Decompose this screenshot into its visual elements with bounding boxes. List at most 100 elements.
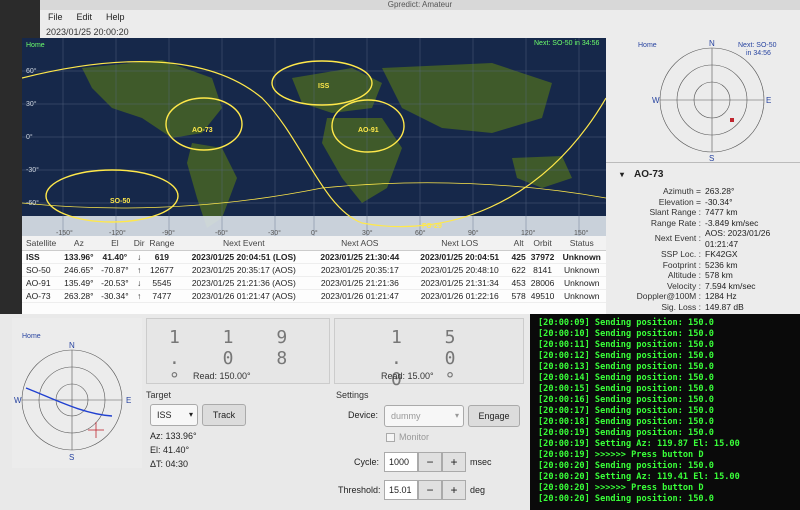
- target-delta-t: ΔT: 04:30: [150, 459, 189, 469]
- table-cell: ↓: [132, 276, 147, 290]
- monitor-checkbox[interactable]: [386, 433, 395, 442]
- sat-detail-name: AO-73: [634, 169, 664, 180]
- table-cell: -20.53°: [97, 276, 133, 290]
- detail-key: Range Rate :: [650, 217, 701, 228]
- detail-key: Velocity :: [666, 280, 701, 291]
- polar-view-bottom[interactable]: Home N S E W: [12, 318, 142, 468]
- column-header[interactable]: Next AOS: [309, 236, 410, 251]
- satellite-detail-panel: ▾ AO-73 Azimuth = 263.28° Elevation = -30.34…: [606, 162, 800, 333]
- table-cell: 2023/01/25 21:21:36 (AOS): [177, 276, 310, 290]
- menu-edit[interactable]: Edit: [77, 12, 93, 22]
- detail-row: Elevation = -30.34°: [606, 197, 800, 208]
- azimuth-dial[interactable]: 1 1 9 . 0 8 ° Read: 150.00°: [146, 318, 330, 390]
- elevation-dial[interactable]: 1 5 . 0 0 ° Read: 15.00°: [334, 318, 524, 390]
- column-header[interactable]: Next Event: [177, 236, 310, 251]
- table-cell: 49510: [527, 289, 558, 303]
- cycle-decrement-button[interactable]: −: [418, 452, 442, 472]
- detail-row: Next Event : AOS: 2023/01/26 01:21:47: [606, 228, 800, 249]
- detail-row: Azimuth = 263.28°: [606, 186, 800, 197]
- menu-file[interactable]: File: [48, 12, 63, 22]
- map-sat-label[interactable]: FO-29: [422, 223, 442, 230]
- cycle-input[interactable]: 1000: [384, 452, 418, 472]
- detail-key: Elevation =: [658, 196, 701, 207]
- table-row[interactable]: AO-91 135.49° -20.53° ↓ 5545 2023/01/25 21:21…: [22, 276, 606, 290]
- detail-key: Sig. Loss :: [661, 301, 701, 312]
- engage-button[interactable]: Engage: [468, 405, 520, 427]
- table-cell: Unknown: [557, 263, 606, 277]
- threshold-increment-button[interactable]: +: [442, 480, 466, 500]
- lat-tick: -30°: [26, 166, 39, 174]
- detail-value: AOS: 2023/01/26 01:21:47: [705, 228, 771, 249]
- table-cell: 2023/01/25 21:31:34: [409, 276, 510, 290]
- terminal-line: [20:00:20] Setting Az: 119.41 El: 15.00: [538, 472, 740, 482]
- table-cell: SO-50: [22, 263, 61, 277]
- detail-key: SSP Loc. :: [660, 249, 701, 259]
- detail-value: 7477 km: [705, 207, 738, 217]
- detail-key: Azimuth =: [662, 186, 701, 196]
- column-header[interactable]: El: [97, 236, 133, 251]
- terminal-line: [20:00:12] Sending position: 150.0: [538, 351, 714, 361]
- table-cell: 2023/01/26 01:21:47: [309, 289, 410, 303]
- map-sat-label[interactable]: ISS: [318, 83, 330, 90]
- column-header[interactable]: Satellite: [22, 236, 61, 251]
- polar-home-label: Home: [638, 42, 657, 49]
- table-cell: 2023/01/25 20:48:10: [409, 263, 510, 277]
- column-header[interactable]: Alt: [509, 236, 528, 251]
- lat-tick: 30°: [26, 100, 37, 108]
- threshold-input[interactable]: 15.01: [384, 480, 418, 500]
- column-header[interactable]: Range: [146, 236, 178, 251]
- terminal-line: [20:00:16] Sending position: 150.0: [538, 395, 714, 405]
- detail-key: Next Event :: [654, 233, 701, 244]
- sat-detail-table: Azimuth = 263.28° Elevation = -30.34° Slant …: [606, 186, 800, 333]
- table-cell: 5545: [146, 276, 178, 290]
- threshold-decrement-button[interactable]: −: [418, 480, 442, 500]
- threshold-unit: deg: [470, 485, 486, 495]
- table-cell: Unknown: [557, 276, 606, 290]
- table-row[interactable]: ISS 133.96° 41.40° ↓ 619 2023/01/25 20:04:51 …: [22, 250, 606, 264]
- polar-e: E: [766, 96, 771, 105]
- table-cell: 2023/01/25 20:35:17 (AOS): [177, 263, 310, 277]
- target-satellite-select[interactable]: ISS ▾: [150, 404, 198, 426]
- cycle-increment-button[interactable]: +: [442, 452, 466, 472]
- column-header[interactable]: Status: [557, 236, 606, 251]
- terminal-log[interactable]: [20:00:09] Sending position: 150.0 [20:00…: [530, 314, 800, 510]
- table-cell: ↑: [132, 263, 147, 277]
- table-row[interactable]: SO-50 246.65° -70.87° ↑ 12677 2023/01/25 20:3…: [22, 263, 606, 277]
- polar-bot-w: W: [14, 396, 22, 405]
- track-button[interactable]: Track: [202, 404, 246, 426]
- column-header[interactable]: Az: [60, 236, 98, 251]
- polar-w: W: [652, 96, 660, 105]
- table-cell: 2023/01/25 20:04:51: [409, 250, 510, 264]
- table-cell: 37972: [527, 250, 558, 264]
- table-cell: 8141: [527, 263, 558, 277]
- world-map[interactable]: AO-73 AO-91 SO-50 ISS FO-29 Home Next: S…: [22, 38, 606, 236]
- table-cell: ISS: [22, 250, 61, 264]
- detail-row: Velocity : 7.594 km/sec: [606, 281, 800, 292]
- collapse-icon[interactable]: ▾: [620, 170, 624, 179]
- polar-bot-n: N: [69, 341, 75, 350]
- menu-help[interactable]: Help: [106, 12, 125, 22]
- device-select[interactable]: dummy ▾: [384, 405, 464, 427]
- table-cell: 453: [509, 276, 528, 290]
- column-header[interactable]: Next LOS: [409, 236, 510, 251]
- table-cell: 425: [509, 250, 528, 264]
- column-header[interactable]: Orbit: [527, 236, 558, 251]
- detail-row: Doppler@100M : 1284 Hz: [606, 291, 800, 302]
- map-sat-label[interactable]: AO-73: [192, 127, 213, 134]
- terminal-line: [20:00:15] Sending position: 150.0: [538, 384, 714, 394]
- table-cell: 2023/01/26 01:21:47 (AOS): [177, 289, 310, 303]
- map-next-event: Next: SO-50 in 34:56: [534, 40, 599, 47]
- column-header[interactable]: Dir: [132, 236, 147, 251]
- map-sat-label[interactable]: AO-91: [358, 127, 379, 134]
- map-sat-label[interactable]: SO-50: [110, 198, 130, 205]
- map-home-label: Home: [26, 42, 45, 49]
- monitor-label: Monitor: [399, 432, 430, 442]
- chevron-down-icon: ▾: [188, 410, 193, 419]
- detail-row: Slant Range : 7477 km: [606, 207, 800, 218]
- table-cell: 246.65°: [60, 263, 98, 277]
- table-row[interactable]: AO-73 263.28° -30.34° ↑ 7477 2023/01/26 01:21…: [22, 289, 606, 303]
- polar-next-time: in 34:56: [746, 50, 771, 57]
- polar-view-top[interactable]: Home Next: SO-50 in 34:56 N S E W: [606, 38, 800, 163]
- table-cell: 2023/01/26 01:22:16: [409, 289, 510, 303]
- satellite-list[interactable]: Satellite Az El Dir Range Next Event Next AOS N…: [22, 236, 606, 314]
